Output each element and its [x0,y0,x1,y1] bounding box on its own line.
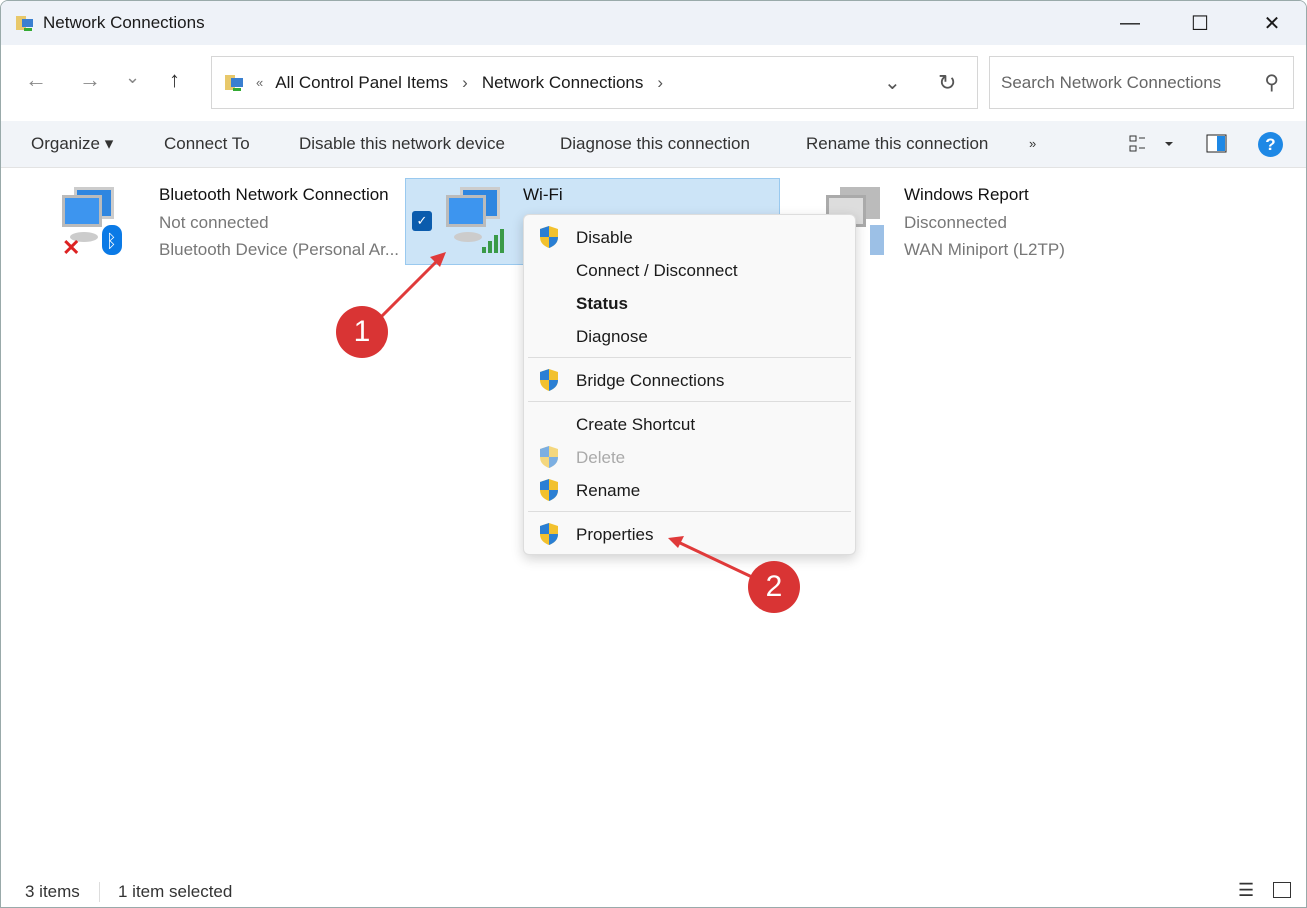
annotation-arrow-1 [378,256,442,320]
arrowhead-icon [668,536,684,548]
annotation-step-1: 1 [336,306,388,358]
annotation-arrow-2 [677,540,753,579]
annotation-arrows [378,252,753,579]
annotation-step-2: 2 [748,561,800,613]
